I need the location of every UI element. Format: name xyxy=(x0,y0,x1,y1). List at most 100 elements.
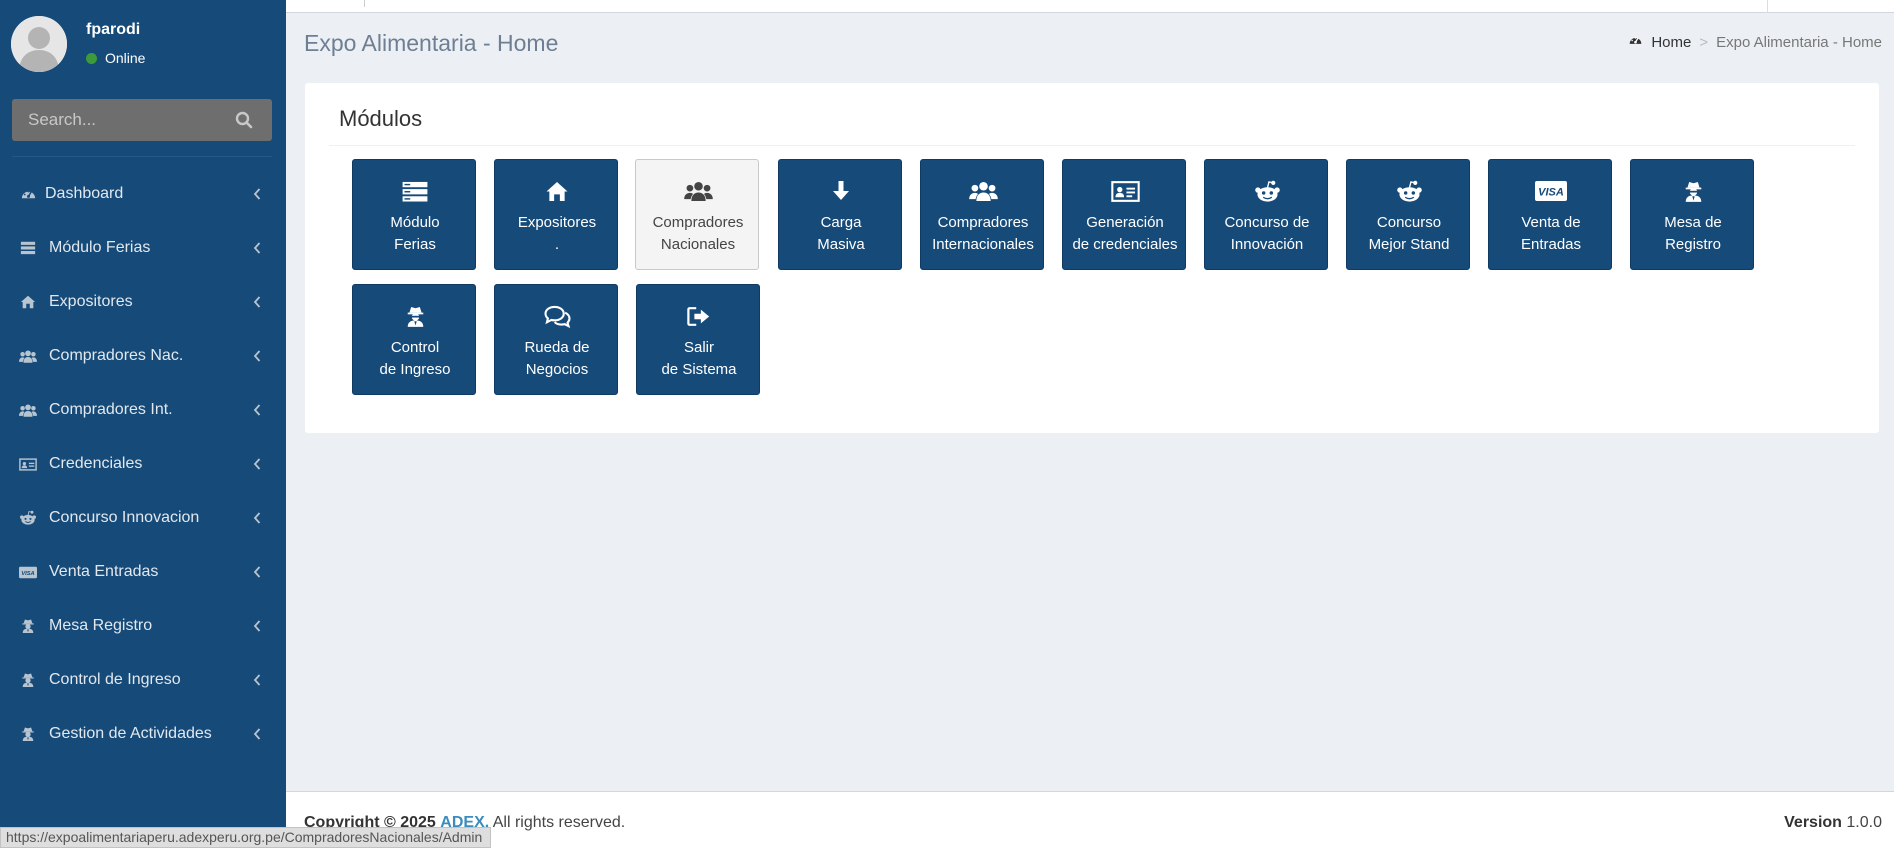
tile-compradores-nacionales[interactable]: Compradores Nacionales xyxy=(635,159,759,270)
reddit-icon xyxy=(1205,179,1329,203)
user-secret-icon xyxy=(19,671,37,689)
sidebar-item-label: Expositores xyxy=(49,293,133,310)
sidebar-item-credenciales[interactable]: Credenciales xyxy=(0,437,286,491)
breadcrumb-home-link[interactable]: Home xyxy=(1628,33,1691,52)
reddit-icon xyxy=(19,509,37,527)
browser-status-url: https://expoalimentariaperu.adexperu.org… xyxy=(0,827,492,848)
visa-icon: VISA xyxy=(1489,179,1613,203)
breadcrumb: Home > Expo Alimentaria - Home xyxy=(1628,33,1882,52)
tile-expositores[interactable]: Expositores. xyxy=(494,159,618,270)
tile-label: Concurso Mejor Stand xyxy=(1368,214,1450,253)
search-icon[interactable] xyxy=(234,110,254,130)
tile-mesa-de-registro[interactable]: Mesa de Registro xyxy=(1630,159,1754,270)
tile-salir-de-sistema[interactable]: Salir de Sistema xyxy=(636,284,760,395)
users-icon xyxy=(636,179,760,203)
sidebar-item-label: Venta Entradas xyxy=(49,563,159,580)
rights-text: All rights reserved. xyxy=(492,814,626,831)
version-label: Version xyxy=(1784,814,1842,831)
sidebar-item-mesa-registro[interactable]: Mesa Registro xyxy=(0,599,286,653)
status-label: Online xyxy=(105,50,146,66)
server-icon xyxy=(353,179,477,203)
search-input[interactable] xyxy=(12,99,232,141)
avatar xyxy=(11,16,67,72)
tile-label: Compradores Internacionales xyxy=(932,214,1034,253)
username: fparodi xyxy=(86,21,141,38)
sidebar-item-venta-entradas[interactable]: VISA Venta Entradas xyxy=(0,545,286,599)
dashboard-icon xyxy=(19,185,37,203)
chevron-left-icon xyxy=(252,673,262,687)
user-secret-icon xyxy=(353,304,477,328)
users-icon xyxy=(19,347,37,365)
tile-control-de-ingreso[interactable]: Control de Ingreso xyxy=(352,284,476,395)
tile-modulo-ferias[interactable]: Módulo Ferias xyxy=(352,159,476,270)
sign-out-icon xyxy=(637,304,761,328)
sidebar-item-label: Mesa Registro xyxy=(49,617,153,634)
sidebar-item-label: Control de Ingreso xyxy=(49,671,181,688)
tile-label: Rueda de Negocios xyxy=(524,339,590,378)
sidebar-item-label: Compradores Nac. xyxy=(49,347,184,364)
footer-version: Version 1.0.0 xyxy=(1784,814,1882,832)
top-navbar xyxy=(286,0,1894,13)
arrow-down-icon xyxy=(779,179,903,203)
sidebar-item-label: Gestion de Actividades xyxy=(49,725,212,742)
tile-concurso-mejor-stand[interactable]: Concurso Mejor Stand xyxy=(1346,159,1470,270)
sidebar-item-compradores-int[interactable]: Compradores Int. xyxy=(0,383,286,437)
comments-icon xyxy=(495,304,619,328)
user-status: Online xyxy=(86,50,145,66)
sidebar-item-compradores-nac[interactable]: Compradores Nac. xyxy=(0,329,286,383)
chevron-left-icon xyxy=(252,187,262,201)
svg-text:VISA: VISA xyxy=(21,570,34,576)
tile-label: Expositores. xyxy=(517,214,597,253)
chevron-left-icon xyxy=(252,511,262,525)
tile-label: Salir de Sistema xyxy=(661,339,737,378)
tile-label: Generación de credenciales xyxy=(1072,214,1178,253)
modules-title: Módulos xyxy=(339,106,423,131)
sidebar-item-label: Concurso Innovacion xyxy=(49,509,200,526)
online-status-icon xyxy=(86,52,97,64)
chevron-left-icon xyxy=(252,403,262,417)
sidebar-item-label: Credenciales xyxy=(49,455,143,472)
sidebar-menu: Dashboard Módulo Ferias Expositores Comp… xyxy=(0,167,286,761)
tile-rueda-de-negocios[interactable]: Rueda de Negocios xyxy=(494,284,618,395)
tile-label: Carga Masiva xyxy=(817,214,865,253)
tile-label: Compradores Nacionales xyxy=(652,214,744,253)
tile-label: Mesa de Registro xyxy=(1664,214,1722,253)
breadcrumb-current: Expo Alimentaria - Home xyxy=(1716,34,1882,51)
chevron-left-icon xyxy=(252,241,262,255)
chevron-left-icon xyxy=(252,457,262,471)
chevron-left-icon xyxy=(252,565,262,579)
tile-label: Concurso de Innovación xyxy=(1224,214,1310,253)
home-icon xyxy=(495,179,619,203)
tile-carga-masiva[interactable]: Carga Masiva xyxy=(778,159,902,270)
sidebar-item-modulo-ferias[interactable]: Módulo Ferias xyxy=(0,221,286,275)
dashboard-icon xyxy=(1628,33,1643,52)
sidebar-item-label: Dashboard xyxy=(45,185,124,202)
chevron-left-icon xyxy=(252,349,262,363)
sidebar-item-concurso-innovacion[interactable]: Concurso Innovacion xyxy=(0,491,286,545)
chevron-left-icon xyxy=(252,727,262,741)
footer: Copyright © 2025 ADEX. All rights reserv… xyxy=(286,791,1894,848)
tile-concurso-de-innovacion[interactable]: Concurso de Innovación xyxy=(1204,159,1328,270)
navbar-separator xyxy=(1767,0,1768,13)
tile-label: Módulo Ferias xyxy=(390,214,440,253)
modules-panel: Módulos Módulo Ferias Expositores. Compra… xyxy=(305,83,1879,433)
sidebar-item-gestion-de-actividades[interactable]: Gestion de Actividades xyxy=(0,707,286,761)
sidebar-item-expositores[interactable]: Expositores xyxy=(0,275,286,329)
tile-generacion-de-credenciales[interactable]: Generación de credenciales xyxy=(1062,159,1186,270)
tile-label: Control de Ingreso xyxy=(379,339,451,378)
chevron-left-icon xyxy=(252,619,262,633)
user-avatar-icon xyxy=(11,16,67,72)
sidebar-item-dashboard[interactable]: Dashboard xyxy=(0,167,286,221)
user-panel: fparodi Online xyxy=(0,0,286,90)
sidebar-item-label: Compradores Int. xyxy=(49,401,173,418)
user-secret-icon xyxy=(19,725,37,743)
sidebar-search xyxy=(12,99,272,141)
server-icon xyxy=(19,239,37,257)
sidebar-item-label: Módulo Ferias xyxy=(49,239,151,256)
tile-compradores-internacionales[interactable]: Compradores Internacionales xyxy=(920,159,1044,270)
sidebar-item-control-de-ingreso[interactable]: Control de Ingreso xyxy=(0,653,286,707)
tile-venta-de-entradas[interactable]: VISA Venta de Entradas xyxy=(1488,159,1612,270)
chevron-left-icon xyxy=(252,295,262,309)
users-icon xyxy=(921,179,1045,203)
breadcrumb-separator: > xyxy=(1699,34,1709,51)
